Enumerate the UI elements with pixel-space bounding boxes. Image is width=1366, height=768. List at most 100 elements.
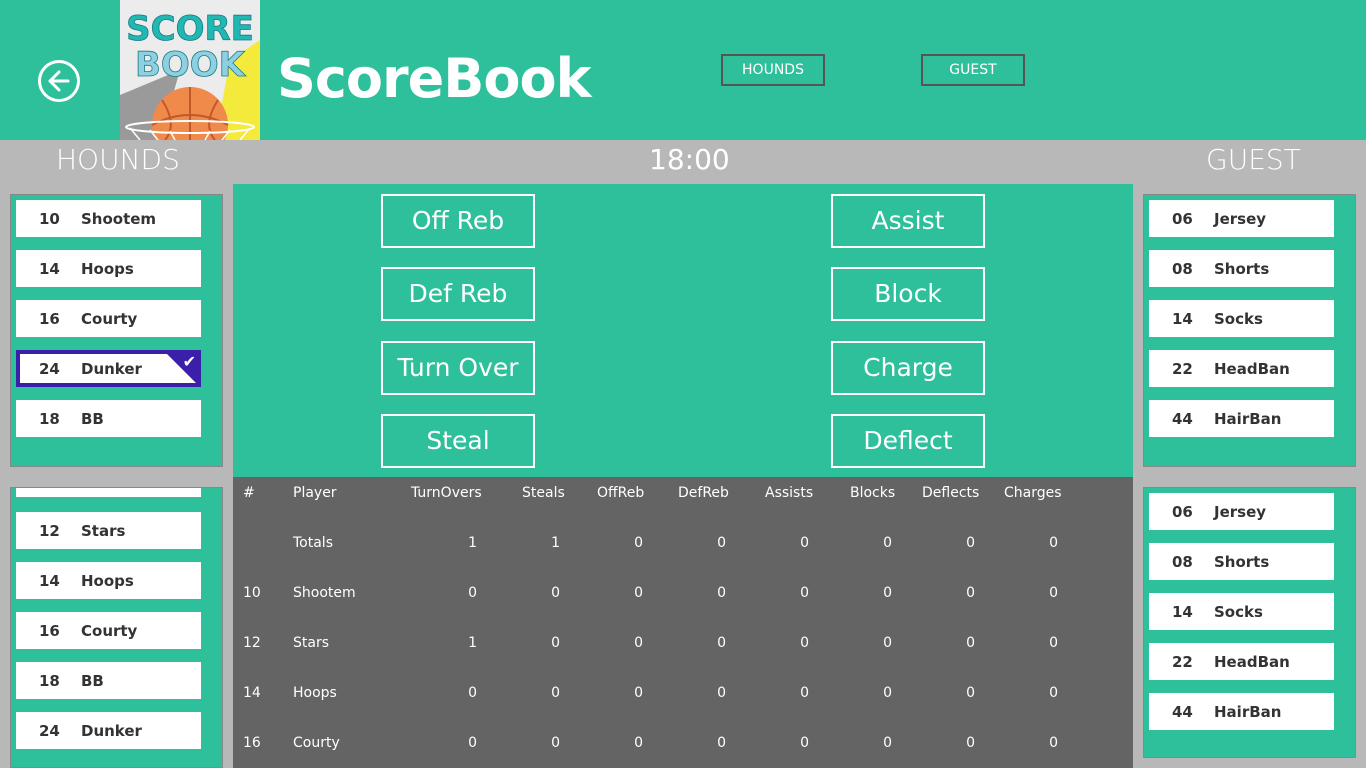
row-stat-value: 1 bbox=[468, 535, 477, 551]
player-card[interactable]: 16 Courty bbox=[16, 612, 201, 649]
player-card[interactable]: 14 Hoops bbox=[16, 562, 201, 599]
row-stat-value: 0 bbox=[551, 735, 560, 751]
player-number: 08 bbox=[1172, 553, 1193, 571]
row-stat-value: 0 bbox=[468, 585, 477, 601]
row-stat-value: 0 bbox=[468, 685, 477, 701]
row-stat-value: 0 bbox=[1049, 635, 1058, 651]
player-number: 14 bbox=[39, 572, 60, 590]
player-card[interactable]: 16 Courty bbox=[16, 300, 201, 337]
player-card[interactable]: 06 Jersey bbox=[1149, 493, 1334, 530]
player-number: 44 bbox=[1172, 703, 1193, 721]
player-number: 06 bbox=[1172, 503, 1193, 521]
row-stat-value: 0 bbox=[1049, 735, 1058, 751]
row-stat-value: 0 bbox=[634, 735, 643, 751]
row-stat-value: 0 bbox=[717, 735, 726, 751]
home-active-roster: 10 Shootem 14 Hoops 16 Courty 24 Dunker … bbox=[10, 194, 223, 467]
steal-button[interactable]: Steal bbox=[381, 414, 535, 468]
player-name: Hoops bbox=[81, 260, 134, 278]
player-number: 24 bbox=[39, 722, 60, 740]
home-team-button[interactable]: HOUNDS bbox=[721, 54, 825, 86]
charge-button[interactable]: Charge bbox=[831, 341, 985, 395]
player-number: 22 bbox=[1172, 653, 1193, 671]
player-card[interactable]: 14 Hoops bbox=[16, 250, 201, 287]
player-name: Dunker bbox=[81, 360, 142, 378]
player-number: 22 bbox=[1172, 360, 1193, 378]
player-card-partial[interactable] bbox=[16, 488, 201, 497]
player-card[interactable]: 08 Shorts bbox=[1149, 250, 1334, 287]
player-card[interactable]: 10 Shootem bbox=[16, 200, 201, 237]
row-number: 14 bbox=[243, 685, 261, 701]
col-header-steals: Steals bbox=[522, 485, 565, 501]
player-number: 10 bbox=[39, 210, 60, 228]
player-card[interactable]: 18 BB bbox=[16, 662, 201, 699]
row-stat-value: 1 bbox=[551, 535, 560, 551]
game-clock: 18:00 bbox=[649, 143, 730, 176]
row-stat-value: 0 bbox=[800, 585, 809, 601]
row-player: Hoops bbox=[293, 685, 337, 701]
off-reb-button[interactable]: Off Reb bbox=[381, 194, 535, 248]
player-number: 24 bbox=[39, 360, 60, 378]
player-card[interactable]: 14 Socks bbox=[1149, 593, 1334, 630]
turn-over-button[interactable]: Turn Over bbox=[381, 341, 535, 395]
stats-table: # Player TurnOvers Steals OffReb DefReb … bbox=[233, 477, 1133, 768]
col-header-assists: Assists bbox=[765, 485, 814, 501]
player-card[interactable]: 22 HeadBan bbox=[1149, 643, 1334, 680]
col-header-offreb: OffReb bbox=[597, 485, 645, 501]
row-player: Stars bbox=[293, 635, 330, 651]
row-stat-value: 0 bbox=[468, 735, 477, 751]
assist-button[interactable]: Assist bbox=[831, 194, 985, 248]
player-number: 44 bbox=[1172, 410, 1193, 428]
row-stat-value: 0 bbox=[883, 635, 892, 651]
player-card[interactable]: 14 Socks bbox=[1149, 300, 1334, 337]
player-name: Hoops bbox=[81, 572, 134, 590]
home-bench-roster[interactable]: 12 Stars 14 Hoops 16 Courty 18 BB 24 Dun… bbox=[10, 487, 223, 768]
row-stat-value: 0 bbox=[717, 685, 726, 701]
row-stat-value: 0 bbox=[883, 735, 892, 751]
row-player: Totals bbox=[293, 535, 333, 551]
player-card[interactable]: 44 HairBan bbox=[1149, 400, 1334, 437]
player-card[interactable]: 18 BB bbox=[16, 400, 201, 437]
player-card[interactable]: 44 HairBan bbox=[1149, 693, 1334, 730]
player-card[interactable]: 06 Jersey bbox=[1149, 200, 1334, 237]
svg-text:SCORE: SCORE bbox=[126, 9, 254, 49]
player-number: 16 bbox=[39, 310, 60, 328]
row-player: Courty bbox=[293, 735, 340, 751]
row-stat-value: 0 bbox=[800, 685, 809, 701]
def-reb-button[interactable]: Def Reb bbox=[381, 267, 535, 321]
row-stat-value: 0 bbox=[966, 635, 975, 651]
block-button[interactable]: Block bbox=[831, 267, 985, 321]
guest-bench-roster[interactable]: 06 Jersey 08 Shorts 14 Socks 22 HeadBan … bbox=[1143, 487, 1356, 758]
player-name: Jersey bbox=[1214, 503, 1267, 521]
player-number: 06 bbox=[1172, 210, 1193, 228]
player-name: Shorts bbox=[1214, 553, 1270, 571]
checkmark-icon: ✔ bbox=[182, 352, 196, 371]
row-stat-value: 0 bbox=[1049, 585, 1058, 601]
row-stat-value: 0 bbox=[883, 535, 892, 551]
row-stat-value: 0 bbox=[1049, 685, 1058, 701]
row-stat-value: 0 bbox=[883, 585, 892, 601]
player-card[interactable]: 24 Dunker bbox=[16, 712, 201, 749]
player-name: HeadBan bbox=[1214, 360, 1290, 378]
row-stat-value: 0 bbox=[717, 585, 726, 601]
row-stat-value: 0 bbox=[551, 585, 560, 601]
col-header-turnovers: TurnOvers bbox=[411, 485, 482, 501]
player-card[interactable]: 12 Stars bbox=[16, 512, 201, 549]
row-stat-value: 0 bbox=[634, 585, 643, 601]
action-panel: Off Reb Def Reb Turn Over Steal Assist B… bbox=[233, 184, 1133, 477]
guest-team-button[interactable]: GUEST bbox=[921, 54, 1025, 86]
row-stat-value: 0 bbox=[551, 635, 560, 651]
player-number: 18 bbox=[39, 672, 60, 690]
deflect-button[interactable]: Deflect bbox=[831, 414, 985, 468]
player-name: HairBan bbox=[1214, 703, 1282, 721]
player-name: Courty bbox=[81, 622, 138, 640]
player-number: 16 bbox=[39, 622, 60, 640]
back-button[interactable] bbox=[38, 60, 80, 102]
row-player: Shootem bbox=[293, 585, 356, 601]
row-stat-value: 0 bbox=[883, 685, 892, 701]
player-card-selected[interactable]: 24 Dunker ✔ bbox=[16, 350, 201, 387]
player-card[interactable]: 08 Shorts bbox=[1149, 543, 1334, 580]
svg-text:BOOK: BOOK bbox=[135, 45, 247, 85]
player-card[interactable]: 22 HeadBan bbox=[1149, 350, 1334, 387]
row-number: 16 bbox=[243, 735, 261, 751]
row-stat-value: 0 bbox=[717, 535, 726, 551]
